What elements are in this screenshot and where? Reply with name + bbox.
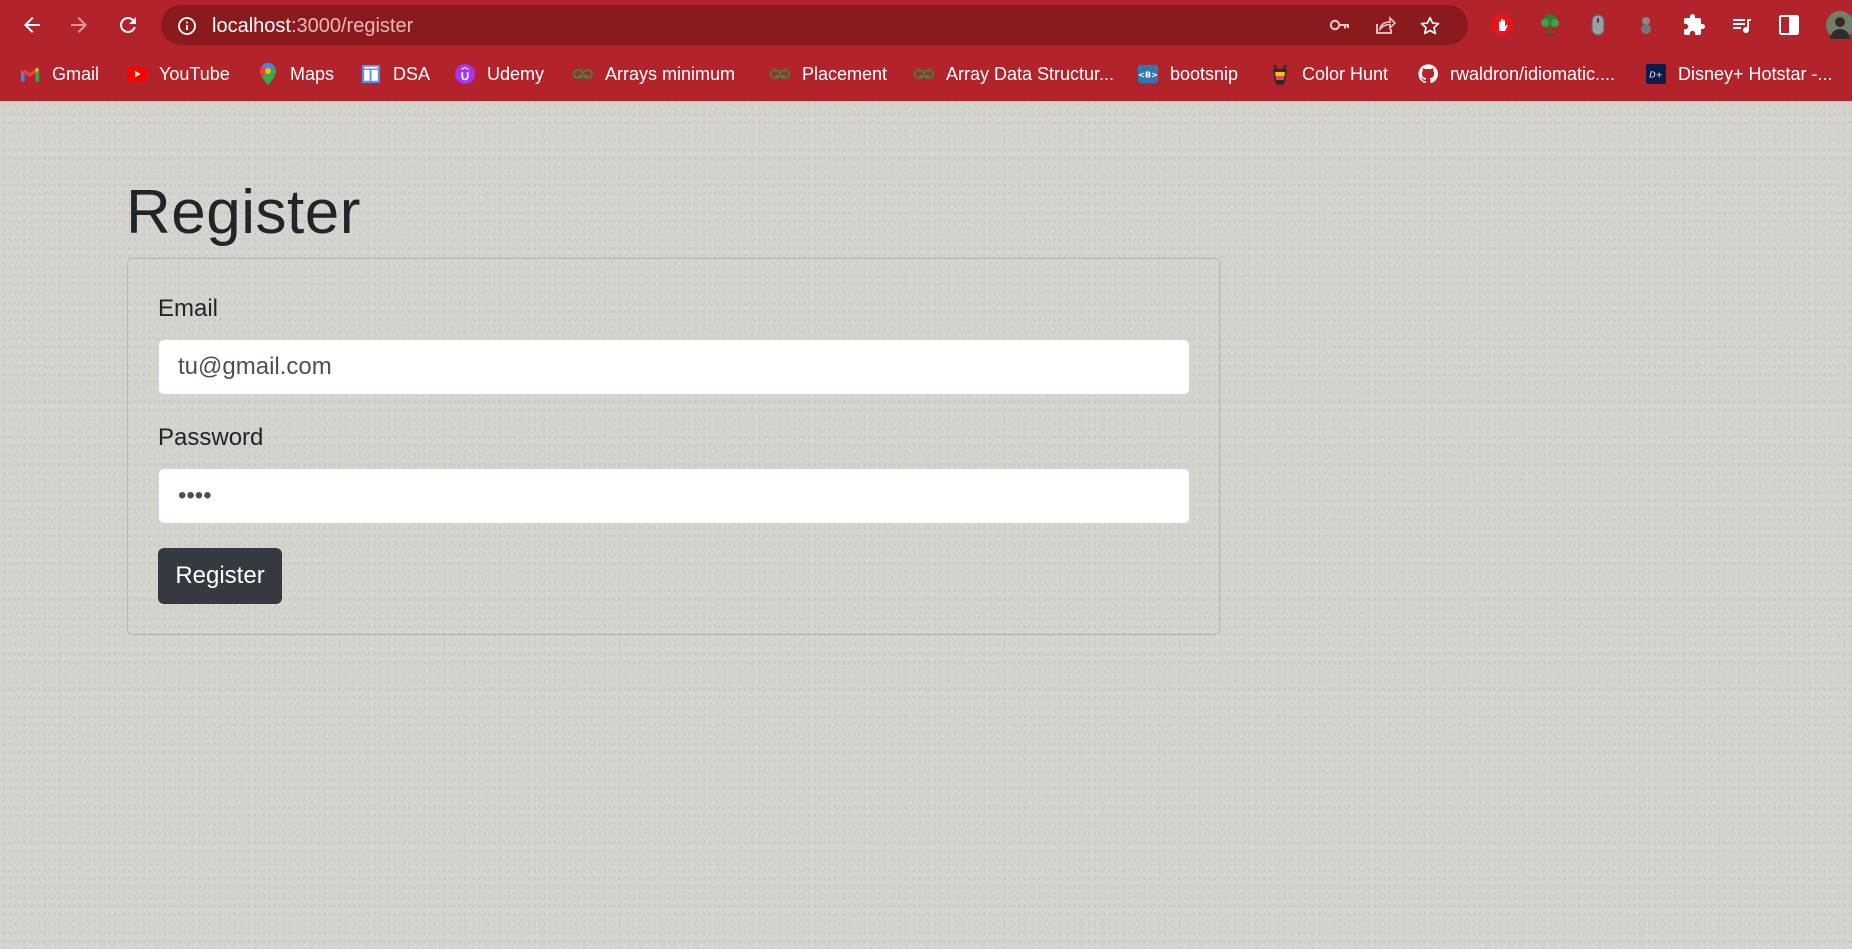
bookmark-label: Gmail xyxy=(52,64,100,84)
info-icon[interactable] xyxy=(177,16,197,41)
browser-toolbar: localhost:3000/register xyxy=(0,0,1852,50)
geeksforgeeks-icon xyxy=(573,64,593,84)
browser-chrome: localhost:3000/register Gmail YouTube Ma… xyxy=(0,0,1852,101)
address-bar[interactable]: localhost:3000/register xyxy=(161,5,1468,45)
register-button[interactable]: Register xyxy=(158,548,282,604)
url-host: localhost xyxy=(212,15,291,37)
udemy-icon xyxy=(455,64,475,84)
adblock-extension-icon[interactable] xyxy=(1490,13,1514,37)
bookmark-label: Array Data Structur... xyxy=(946,64,1115,84)
bookmark-placement[interactable]: Placement xyxy=(770,62,887,86)
bookmark-youtube[interactable]: YouTube xyxy=(127,62,230,86)
bookmark-label: DSA xyxy=(393,64,431,84)
gmail-icon xyxy=(20,64,40,84)
key-icon[interactable] xyxy=(1329,15,1349,35)
register-form-card xyxy=(127,258,1220,635)
bookmark-label: YouTube xyxy=(159,64,230,84)
youtube-icon xyxy=(127,64,147,84)
tree-extension-icon[interactable] xyxy=(1538,13,1562,37)
arrow-right-icon xyxy=(71,17,87,33)
forward-button[interactable] xyxy=(63,9,95,41)
bookmark-label: Udemy xyxy=(487,64,545,84)
reload-button[interactable] xyxy=(112,9,144,41)
bookmark-gmail[interactable]: Gmail xyxy=(20,62,99,86)
password-label: Password xyxy=(158,424,264,451)
email-label: Email xyxy=(158,295,219,322)
bookmark-label: rwaldron/idiomatic.... xyxy=(1450,64,1616,84)
star-icon[interactable] xyxy=(1419,15,1440,35)
url-path: :3000/register xyxy=(290,15,414,37)
github-icon xyxy=(1418,64,1438,84)
bootsnip-icon: <B> xyxy=(1138,64,1158,84)
bookmark-label: bootsnip xyxy=(1170,64,1239,84)
email-input[interactable] xyxy=(158,339,1190,395)
reload-icon xyxy=(119,16,136,33)
geeksforgeeks-icon xyxy=(914,64,934,84)
bookmark-color-hunt[interactable]: Color Hunt xyxy=(1270,62,1388,86)
page-title: Register xyxy=(126,178,361,247)
arrow-left-icon xyxy=(24,17,40,33)
bookmark-label: Arrays minimum xyxy=(605,64,736,84)
bookmark-maps[interactable]: Maps xyxy=(258,62,334,86)
geeksforgeeks-icon xyxy=(770,64,790,84)
password-input[interactable] xyxy=(158,468,1190,524)
bookmark-label: Maps xyxy=(290,64,335,84)
share-icon[interactable] xyxy=(1374,15,1397,35)
bookmark-label: Disney+ Hotstar -... xyxy=(1678,64,1833,84)
bookmark-hotstar[interactable]: D+ Disney+ Hotstar -... xyxy=(1646,62,1833,86)
bookmark-dsa[interactable]: DSA xyxy=(361,62,430,86)
svg-text:D+: D+ xyxy=(1649,70,1662,80)
hotstar-icon: D+ xyxy=(1646,64,1666,84)
bookmark-label: Color Hunt xyxy=(1302,64,1389,84)
color-hunt-icon xyxy=(1270,64,1290,85)
bookmarks-bar: Gmail YouTube Maps DSA Udemy Arrays mini… xyxy=(0,53,1852,93)
bookmark-array-data-structure[interactable]: Array Data Structur... xyxy=(914,62,1114,86)
bookmark-arrays-minimum[interactable]: Arrays minimum xyxy=(573,62,735,86)
puzzle-icon[interactable] xyxy=(1682,13,1706,37)
bookmark-bootsnip[interactable]: <B> bootsnip xyxy=(1138,62,1238,86)
bookmark-label: Placement xyxy=(802,64,888,84)
bookmark-github[interactable]: rwaldron/idiomatic.... xyxy=(1418,62,1615,86)
maps-icon xyxy=(258,63,278,85)
bookmark-udemy[interactable]: Udemy xyxy=(455,62,544,86)
media-queue-icon[interactable] xyxy=(1730,13,1754,37)
side-panel-icon[interactable] xyxy=(1777,13,1801,37)
dsa-icon xyxy=(361,64,381,84)
back-button[interactable] xyxy=(16,9,48,41)
profile-avatar[interactable] xyxy=(1824,11,1852,39)
address-url[interactable]: localhost:3000/register xyxy=(212,15,413,37)
mouse-extension-icon[interactable] xyxy=(1586,13,1610,37)
svg-text:<B>: <B> xyxy=(1138,70,1158,80)
grey-extension-icon[interactable] xyxy=(1634,13,1658,37)
